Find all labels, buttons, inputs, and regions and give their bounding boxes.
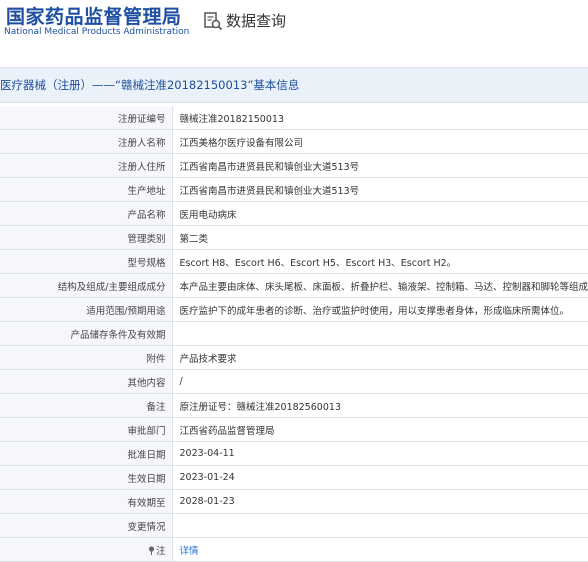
row-value: 赣械注准20182150013: [172, 106, 588, 130]
row-label: 型号规格: [0, 249, 173, 274]
table-row: 注册人住所 江西省南昌市进贤县民和镇创业大道513号: [0, 153, 588, 178]
table-row: 批准日期 2023-04-11: [0, 441, 588, 466]
table-row: 其他内容 /: [0, 369, 588, 394]
row-value: 原注册证号：赣械注准20182560013: [172, 393, 588, 418]
row-label: 批准日期: [0, 441, 173, 466]
row-value: 医用电动病床: [172, 201, 588, 226]
note-row: 注 详情: [0, 537, 588, 562]
row-value: [172, 513, 588, 538]
table-row: 生产地址 江西省南昌市进贤县民和镇创业大道513号: [0, 177, 588, 202]
row-label: 附件: [0, 345, 173, 370]
row-value: 江西省南昌市进贤县民和镇创业大道513号: [172, 177, 588, 202]
row-label: 变更情况: [0, 513, 173, 538]
table-row: 注册人名称 江西美格尔医疗设备有限公司: [0, 129, 588, 154]
table-row: 生效日期 2023-01-24: [0, 465, 588, 490]
row-label: 管理类别: [0, 225, 173, 250]
row-label: 备注: [0, 393, 173, 418]
row-label: 产品名称: [0, 201, 173, 226]
row-value: 江西美格尔医疗设备有限公司: [172, 129, 588, 154]
row-label: 产品储存条件及有效期: [0, 321, 173, 346]
row-value: 第二类: [172, 225, 588, 250]
table-row: 型号规格 Escort H8、Escort H6、Escort H5、Escort…: [0, 249, 588, 274]
table-row: 产品储存条件及有效期: [0, 321, 588, 346]
row-label: 注册人住所: [0, 153, 173, 178]
row-value: 江西省南昌市进贤县民和镇创业大道513号: [172, 153, 588, 178]
data-query-title: 数据查询: [226, 12, 287, 30]
row-label: 审批部门: [0, 417, 173, 442]
note-value-cell: 详情: [172, 537, 588, 562]
row-label: 注册人名称: [0, 129, 173, 154]
table-row: 注册证编号 赣械注准20182150013: [0, 106, 588, 130]
table-row: 备注 原注册证号：赣械注准20182560013: [0, 393, 588, 418]
row-label: 注册证编号: [0, 106, 173, 130]
device-info-table: 注册证编号 赣械注准20182150013 注册人名称 江西美格尔医疗设备有限公司 注册…: [0, 106, 588, 562]
row-value: 2023-01-24: [172, 465, 588, 490]
row-label: 其他内容: [0, 369, 173, 394]
row-value: 医疗监护下的成年患者的诊断、治疗或监护时使用，用以支撑患者身体，形成临床所需体位…: [172, 297, 588, 322]
row-label: 结构及组成/主要组成成分: [0, 273, 173, 298]
row-value: 2023-04-11: [172, 441, 588, 466]
table-row: 适用范围/预期用途 医疗监护下的成年患者的诊断、治疗或监护时使用，用以支撑患者身体…: [0, 297, 588, 322]
row-value: 产品技术要求: [172, 345, 588, 370]
site-logo-title[interactable]: 国家药品监督管理局: [6, 2, 182, 29]
site-logo-subtitle: National Medical Products Administration: [4, 27, 190, 37]
note-label-cell: 注: [0, 537, 173, 562]
search-document-icon: [204, 12, 223, 31]
table-row: 管理类别 第二类: [0, 225, 588, 250]
table-row: 审批部门 江西省药品监督管理局: [0, 417, 588, 442]
table-row: 变更情况: [0, 513, 588, 538]
row-label: 生产地址: [0, 177, 173, 202]
row-label: 有效期至: [0, 489, 173, 514]
row-value: 江西省药品监督管理局: [172, 417, 588, 442]
pin-icon: [148, 545, 155, 555]
table-row: 结构及组成/主要组成成分 本产品主要由床体、床头尾板、床面板、折叠护栏、输液架、控…: [0, 273, 588, 298]
section-title: 医疗器械（注册）——“赣械注准20182150013”基本信息: [0, 78, 300, 92]
row-value: 本产品主要由床体、床头尾板、床面板、折叠护栏、输液架、控制箱、马达、控制器和脚轮…: [172, 273, 588, 298]
row-value: [172, 321, 588, 346]
table-row: 附件 产品技术要求: [0, 345, 588, 370]
site-header: 国家药品监督管理局 National Medical Products Admi…: [0, 0, 588, 46]
row-value: /: [172, 369, 588, 394]
section-header: 医疗器械（注册）——“赣械注准20182150013”基本信息: [0, 67, 588, 103]
row-label: 适用范围/预期用途: [0, 297, 173, 322]
details-link[interactable]: 详情: [180, 546, 199, 557]
row-label: 生效日期: [0, 465, 173, 490]
row-value: Escort H8、Escort H6、Escort H5、Escort H3、…: [172, 249, 588, 274]
note-label: 注: [155, 545, 166, 557]
row-value: 2028-01-23: [172, 489, 588, 514]
table-row: 有效期至 2028-01-23: [0, 489, 588, 514]
table-row: 产品名称 医用电动病床: [0, 201, 588, 226]
